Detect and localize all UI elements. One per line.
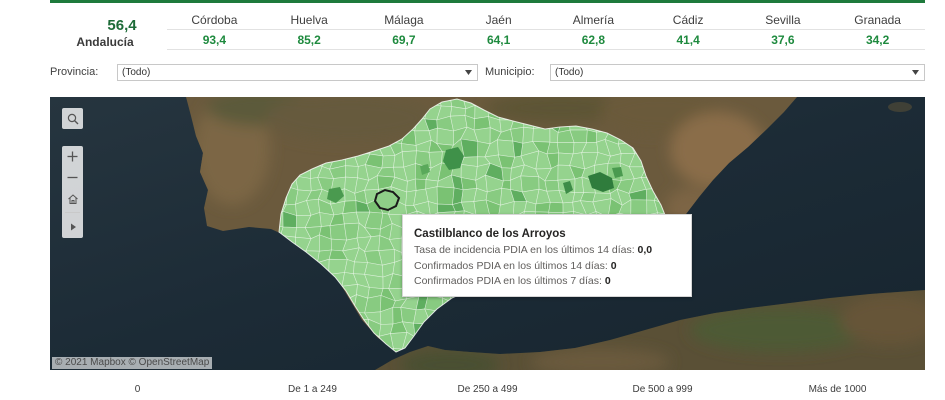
zoom-out-button[interactable]: [62, 167, 83, 188]
play-icon: [70, 223, 76, 230]
municipality-area[interactable]: [532, 126, 551, 143]
province-name: Sevilla: [765, 13, 801, 27]
municipality-area[interactable]: [556, 142, 575, 155]
province-value: 41,4: [676, 33, 700, 47]
municipio-selected-value: (Todo): [555, 67, 584, 78]
province-value: 93,4: [202, 33, 227, 47]
region-name-label: Andalucía: [76, 35, 134, 49]
province-name: Huelva: [290, 13, 328, 27]
map-search-control: [62, 108, 83, 129]
municipality-area[interactable]: [501, 179, 511, 190]
region-incidence-value: 56,4: [107, 17, 137, 34]
province-value: 34,2: [865, 33, 890, 47]
municipality-area[interactable]: [381, 154, 396, 169]
map-attribution[interactable]: © 2021 Mapbox © OpenStreetMap: [52, 357, 213, 369]
tooltip-title: Castilblanco de los Arroyos: [414, 228, 566, 240]
chevron-down-icon: [465, 70, 472, 75]
province-value: 85,2: [297, 33, 321, 47]
municipality-area[interactable]: [497, 139, 516, 158]
tooltip-row: Tasa de incidencia PDIA en los últimos 1…: [414, 243, 683, 259]
municipality-area[interactable]: [436, 127, 454, 146]
province-value: 37,6: [771, 33, 795, 47]
zoom-out-icon: [67, 176, 78, 179]
municipality-area[interactable]: [414, 178, 427, 191]
province-value: 62,8: [581, 33, 606, 47]
province-name: Cádiz: [672, 13, 704, 27]
province-name: Almería: [572, 13, 615, 27]
tooltip-row: Confirmados PDIA en los últimos 7 días: …: [414, 274, 683, 290]
municipality-area[interactable]: [342, 200, 357, 214]
province-value-row: 93,4 85,2 69,7 64,1 62,8 41,4 37,6 34,2: [167, 31, 925, 50]
municipality-area[interactable]: [345, 165, 359, 179]
map-navigation-controls: [62, 146, 83, 238]
home-icon: [67, 193, 78, 204]
island-land: [888, 102, 912, 112]
tooltip-row-label: Tasa de incidencia PDIA en los últimos 1…: [414, 244, 635, 256]
tooltip-row-value: 0,0: [637, 244, 653, 256]
play-button[interactable]: [62, 216, 83, 237]
municipality-area[interactable]: [562, 201, 574, 214]
province-header-row: Córdoba Huelva Málaga Jaén Almería Cádiz…: [167, 11, 925, 30]
search-icon: [67, 113, 78, 124]
controls-divider: [65, 212, 80, 213]
reset-view-button[interactable]: [62, 188, 83, 209]
provincia-filter-label: Provincia:: [50, 66, 99, 78]
province-name: Granada: [854, 13, 901, 27]
province-incidence-table: Córdoba Huelva Málaga Jaén Almería Cádiz…: [167, 11, 925, 50]
map-legend: 0 De 1 a 249 De 250 a 499 De 500 a 999 M…: [50, 383, 925, 396]
province-value: 69,7: [392, 33, 416, 47]
province-name: Córdoba: [191, 13, 238, 27]
tooltip-row-label: Confirmados PDIA en los últimos 14 días:: [414, 259, 608, 272]
zoom-in-icon: [67, 151, 78, 162]
municipality-area[interactable]: [436, 186, 455, 205]
provincia-dropdown[interactable]: (Todo): [117, 64, 478, 81]
tooltip-row-value: 0: [610, 259, 617, 272]
chevron-down-icon: [912, 70, 919, 75]
choropleth-map[interactable]: © 2021 Mapbox © OpenStreetMap Castilblan…: [50, 97, 925, 370]
municipio-filter-label: Municipio:: [485, 66, 535, 78]
province-name: Málaga: [384, 13, 424, 27]
tooltip-row-value: 0: [604, 275, 611, 287]
legend-item: De 250 a 499: [457, 384, 518, 395]
municipio-dropdown[interactable]: (Todo): [550, 64, 925, 81]
map-search-button[interactable]: [62, 108, 83, 129]
municipality-area[interactable]: [501, 167, 512, 182]
municipality-area[interactable]: [329, 223, 347, 241]
tooltip-row-label: Confirmados PDIA en los últimos 7 días:: [414, 275, 602, 287]
province-name: Jaén: [485, 13, 512, 27]
selected-municipality[interactable]: [373, 188, 401, 212]
provincia-selected-value: (Todo): [122, 67, 151, 78]
top-accent-bar: [50, 0, 925, 3]
municipality-area[interactable]: [406, 178, 417, 193]
legend-item: De 500 a 999: [632, 384, 693, 395]
legend-item: Más de 1000: [808, 384, 867, 395]
municipality-area[interactable]: [586, 129, 598, 144]
legend-item: De 1 a 249: [288, 384, 337, 395]
municipality-area[interactable]: [544, 179, 560, 192]
tooltip-row: Confirmados PDIA en los últimos 14 días:…: [414, 259, 683, 275]
municipality-area[interactable]: [548, 201, 564, 214]
province-value: 64,1: [486, 33, 511, 47]
legend-item: 0: [134, 384, 141, 395]
municipality-tooltip: Castilblanco de los Arroyos Tasa de inci…: [402, 214, 692, 297]
municipality-area[interactable]: [534, 201, 551, 213]
municipality-area[interactable]: [522, 126, 534, 144]
zoom-in-button[interactable]: [62, 146, 83, 167]
